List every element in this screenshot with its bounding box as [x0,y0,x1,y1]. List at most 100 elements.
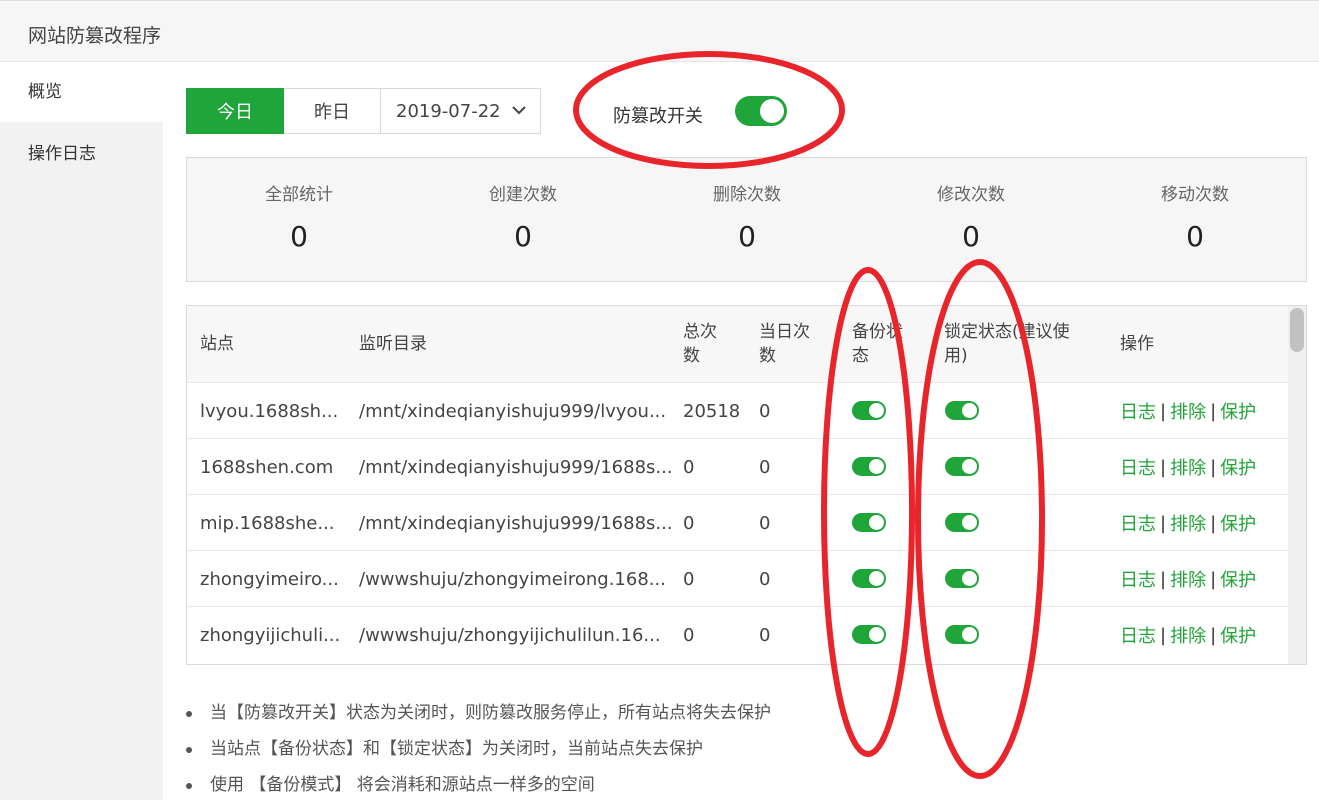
cell-site: zhongyijichuli... [200,624,341,646]
protect-link[interactable]: 保护 [1220,622,1256,648]
cell-daily: 0 [759,512,771,534]
tamper-switch-toggle[interactable] [735,96,787,126]
date-select[interactable]: 2019-07-22 [381,88,541,134]
cell-total: 0 [683,512,695,534]
exclude-link[interactable]: 排除 [1170,454,1206,480]
header-daily-line2: 数 [759,346,776,366]
protect-link[interactable]: 保护 [1220,510,1256,536]
stat-value: 0 [290,220,308,253]
cell-dir: /wwwshuju/zhongyimeirong.168... [359,568,666,590]
log-link[interactable]: 日志 [1120,622,1156,648]
lock-status-toggle[interactable] [945,625,979,644]
stats-panel: 全部统计 0 创建次数 0 删除次数 0 修改次数 0 移动次数 0 [186,157,1307,282]
cell-dir: /mnt/xindeqianyishuju999/lvyou... [359,400,667,422]
stat-value: 0 [962,220,980,253]
header-total-line1: 总次 [683,322,717,342]
log-link[interactable]: 日志 [1120,454,1156,480]
backup-status-toggle[interactable] [852,401,886,420]
cell-site: mip.1688she... [200,512,335,534]
sites-table: 站点 监听目录 总次数 当日次数 备份状态 锁定状态(建议使 用) 操作 lvyo… [186,305,1307,665]
cell-site: lvyou.1688sh... [200,400,339,422]
stat-label: 修改次数 [937,185,1005,205]
header-lock-line2: 用) [944,346,968,366]
tab-yesterday[interactable]: 昨日 [284,88,381,134]
cell-total: 0 [683,568,695,590]
log-link[interactable]: 日志 [1120,510,1156,536]
cell-total: 0 [683,456,695,478]
chevron-down-icon [512,106,526,115]
tab-today[interactable]: 今日 [186,88,284,134]
note-item: 当【防篡改开关】状态为关闭时，则防篡改服务停止，所有站点将失去保护 [186,698,1286,734]
protect-link[interactable]: 保护 [1220,454,1256,480]
exclude-link[interactable]: 排除 [1170,622,1206,648]
cell-ops: 日志 | 排除 | 保护 [1120,383,1256,439]
table-header: 站点 监听目录 总次数 当日次数 备份状态 锁定状态(建议使 用) 操作 [187,306,1290,382]
stat-value: 0 [514,220,532,253]
log-link[interactable]: 日志 [1120,566,1156,592]
protect-link[interactable]: 保护 [1220,398,1256,424]
header-backup-line1: 备份状 [852,322,903,342]
stat-label: 移动次数 [1161,185,1229,205]
cell-ops: 日志 | 排除 | 保护 [1120,551,1256,607]
cell-ops: 日志 | 排除 | 保护 [1120,439,1256,495]
header-daily: 当日次数 [759,306,810,382]
lock-status-toggle[interactable] [945,401,979,420]
cell-daily: 0 [759,568,771,590]
header-backup: 备份状态 [852,306,903,382]
note-item: 使用 【备份模式】 将会消耗和源站点一样多的空间 [186,770,1286,806]
table-row: zhongyimeiro... /wwwshuju/zhongyimeirong… [187,550,1290,607]
header-lock-line1: 锁定状态(建议使 [944,322,1070,342]
separator: | [1210,456,1217,478]
separator: | [1160,400,1167,422]
exclude-link[interactable]: 排除 [1170,510,1206,536]
table-row: zhongyijichuli... /wwwshuju/zhongyijichu… [187,606,1290,663]
cell-total: 20518 [683,400,741,422]
sidebar-item-operation-log[interactable]: 操作日志 [0,124,163,184]
notes-list: 当【防篡改开关】状态为关闭时，则防篡改服务停止，所有站点将失去保护 当站点【备份… [186,698,1286,806]
separator: | [1210,624,1217,646]
lock-status-toggle[interactable] [945,457,979,476]
stat-label: 删除次数 [713,185,781,205]
table-scrollbar[interactable] [1288,306,1306,664]
header-site: 站点 [200,334,234,354]
cell-daily: 0 [759,400,771,422]
sidebar-item-overview[interactable]: 概览 [0,62,163,122]
backup-status-toggle[interactable] [852,457,886,476]
log-link[interactable]: 日志 [1120,398,1156,424]
protect-link[interactable]: 保护 [1220,566,1256,592]
header-lock: 锁定状态(建议使 用) [944,306,1070,382]
exclude-link[interactable]: 排除 [1170,398,1206,424]
header-daily-line1: 当日次 [759,322,810,342]
cell-ops: 日志 | 排除 | 保护 [1120,495,1256,551]
app-title: 网站防篡改程序 [28,25,162,47]
tamper-switch-label: 防篡改开关 [613,106,703,127]
exclude-link[interactable]: 排除 [1170,566,1206,592]
cell-dir: /mnt/xindeqianyishuju999/1688s... [359,512,673,534]
date-tabs: 今日 昨日 2019-07-22 [186,88,541,134]
stat-label: 创建次数 [489,185,557,205]
cell-daily: 0 [759,456,771,478]
stat-label: 全部统计 [265,185,333,205]
cell-total: 0 [683,624,695,646]
separator: | [1210,568,1217,590]
sidebar: 概览 操作日志 [0,62,163,800]
cell-dir: /mnt/xindeqianyishuju999/1688s... [359,456,673,478]
table-row: mip.1688she... /mnt/xindeqianyishuju999/… [187,494,1290,551]
table-row: lvyou.1688sh... /mnt/xindeqianyishuju999… [187,382,1290,439]
backup-status-toggle[interactable] [852,625,886,644]
cell-dir: /wwwshuju/zhongyijichulilun.16... [359,624,661,646]
table-row: 1688shen.com /mnt/xindeqianyishuju999/16… [187,438,1290,495]
separator: | [1160,624,1167,646]
lock-status-toggle[interactable] [945,513,979,532]
scrollbar-thumb[interactable] [1290,308,1304,352]
lock-status-toggle[interactable] [945,569,979,588]
header-backup-line2: 态 [852,346,869,366]
backup-status-toggle[interactable] [852,513,886,532]
separator: | [1210,512,1217,534]
header-dir: 监听目录 [359,334,427,354]
backup-status-toggle[interactable] [852,569,886,588]
note-item: 当站点【备份状态】和【锁定状态】为关闭时，当前站点失去保护 [186,734,1286,770]
separator: | [1210,400,1217,422]
header-total-line2: 数 [683,346,700,366]
stat-value: 0 [1186,220,1204,253]
